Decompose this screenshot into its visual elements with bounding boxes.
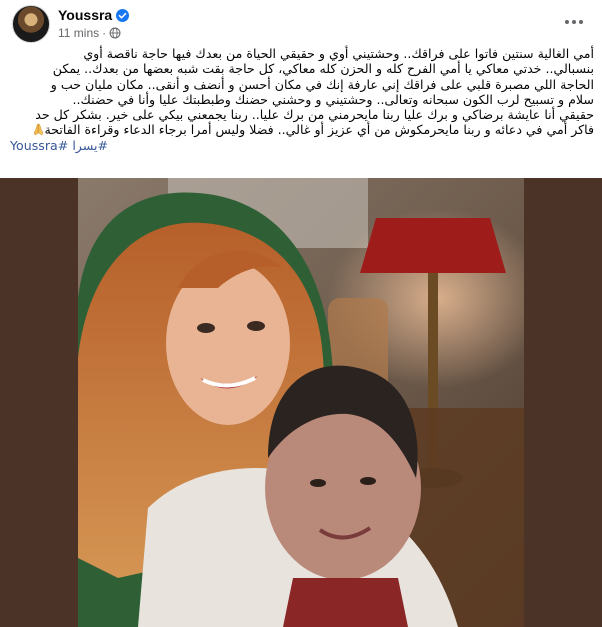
praying-hands-emoji	[33, 124, 43, 136]
meta-separator: ·	[102, 26, 107, 40]
post-timestamp[interactable]: 11 mins	[58, 26, 99, 40]
post-text-line: حقيقي أنا عايشة برضاكي و برك عليا ربنا م…	[35, 107, 594, 123]
post-text-line: أمي الغالية سنتين فاتوا على فراقك.. وحشت…	[83, 46, 594, 61]
hashtag-line: #يسرا #Youssra	[10, 138, 594, 153]
hashtag-yousra-arabic[interactable]: #يسرا	[72, 138, 108, 153]
more-options-button[interactable]	[560, 10, 588, 34]
hashtag-youssra[interactable]: #Youssra	[10, 138, 68, 153]
post-body: أمي الغالية سنتين فاتوا على فراقك.. وحشت…	[10, 46, 594, 153]
post-header: Youssra 11 mins ·	[8, 4, 594, 44]
post-text-line: فاكر أمي في دعائه و ربنا مايحرمكوش من أي…	[10, 122, 594, 137]
author-line: Youssra	[58, 6, 130, 24]
post-text-line: بنسبالي.. خدتي معاكي يا أمي الفرح كله و …	[52, 61, 594, 77]
facebook-post: Youssra 11 mins · أمي الغالية سنتين فاتو…	[0, 0, 602, 627]
post-photo[interactable]	[78, 178, 524, 627]
post-meta: 11 mins ·	[58, 25, 121, 41]
post-photo-container	[0, 178, 602, 627]
author-avatar[interactable]	[12, 5, 50, 43]
verified-badge-icon	[116, 8, 130, 22]
post-text-line: الحاجة اللي مصبرة قلبي على فراقك إني عار…	[50, 76, 594, 92]
globe-icon[interactable]	[109, 27, 121, 39]
more-options-icon	[565, 20, 583, 24]
author-name[interactable]: Youssra	[58, 7, 112, 23]
post-text-line: سلام و تسبيح لرب الكون سبحانه وتعالى.. و…	[72, 91, 594, 107]
